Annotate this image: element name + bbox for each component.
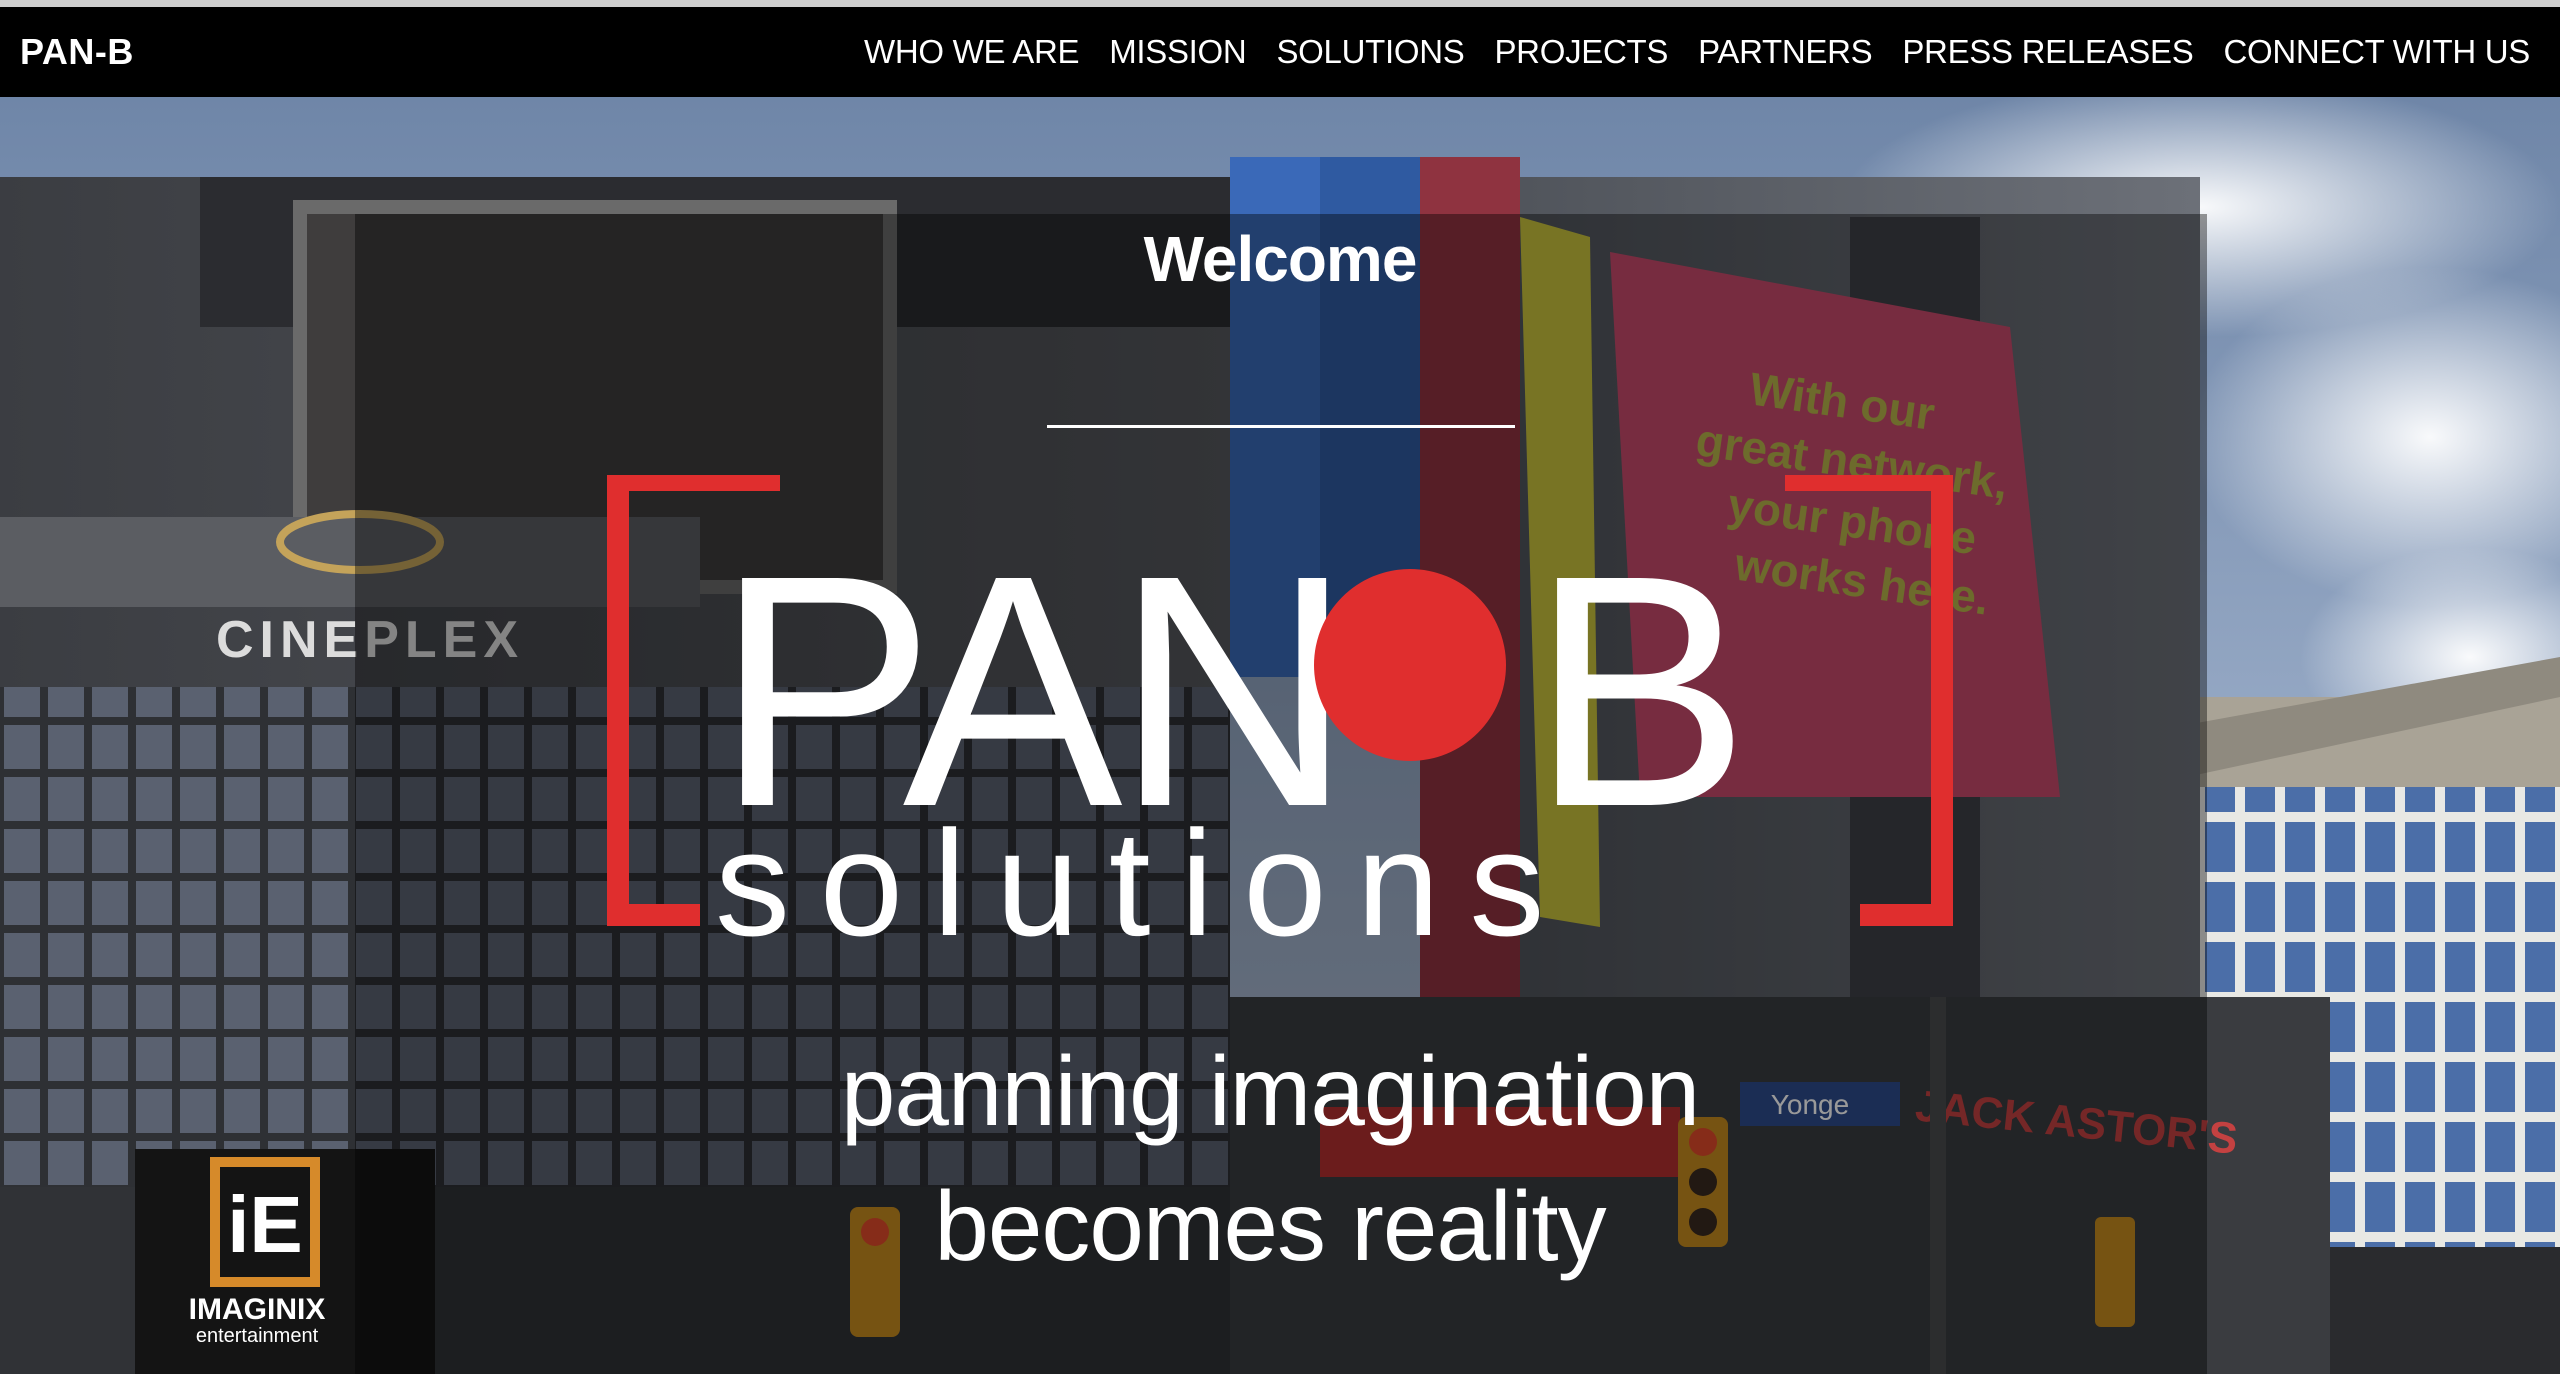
tagline-line-1: panning imagination: [840, 1036, 1700, 1146]
nav-link-projects[interactable]: PROJECTS: [1494, 33, 1668, 71]
pan-b-solutions-logo: PAN B s o l u t i o n s: [607, 475, 1953, 945]
logo-right-bracket: [1785, 475, 1953, 926]
tagline-line-2: becomes reality: [934, 1171, 1606, 1281]
nav-link-solutions[interactable]: SOLUTIONS: [1276, 33, 1464, 71]
sign-imaginix: IMAGINIX: [189, 1293, 326, 1326]
nav-link-connect-with-us[interactable]: CONNECT WITH US: [2223, 33, 2530, 71]
logo-red-dot: [1314, 569, 1506, 761]
nav-link-who-we-are[interactable]: WHO WE ARE: [864, 33, 1079, 71]
nav-link-mission[interactable]: MISSION: [1109, 33, 1247, 71]
top-navbar: PAN-B WHO WE ARE MISSION SOLUTIONS PROJE…: [0, 7, 2560, 97]
logo-text-solutions: s o l u t i o n s: [715, 799, 1539, 945]
svg-text:iE: iE: [227, 1180, 303, 1269]
browser-top-strip: [0, 0, 2560, 7]
welcome-divider: [1047, 425, 1515, 428]
welcome-heading: Welcome: [1143, 223, 1418, 295]
sign-imaginix-sub: entertainment: [196, 1325, 319, 1347]
nav-link-press-releases[interactable]: PRESS RELEASES: [1902, 33, 2193, 71]
logo-text-b: B: [1530, 506, 1750, 875]
nav-link-partners[interactable]: PARTNERS: [1698, 33, 1873, 71]
nav-links: WHO WE ARE MISSION SOLUTIONS PROJECTS PA…: [864, 33, 2530, 71]
brand-logo-link[interactable]: PAN-B: [20, 31, 134, 73]
